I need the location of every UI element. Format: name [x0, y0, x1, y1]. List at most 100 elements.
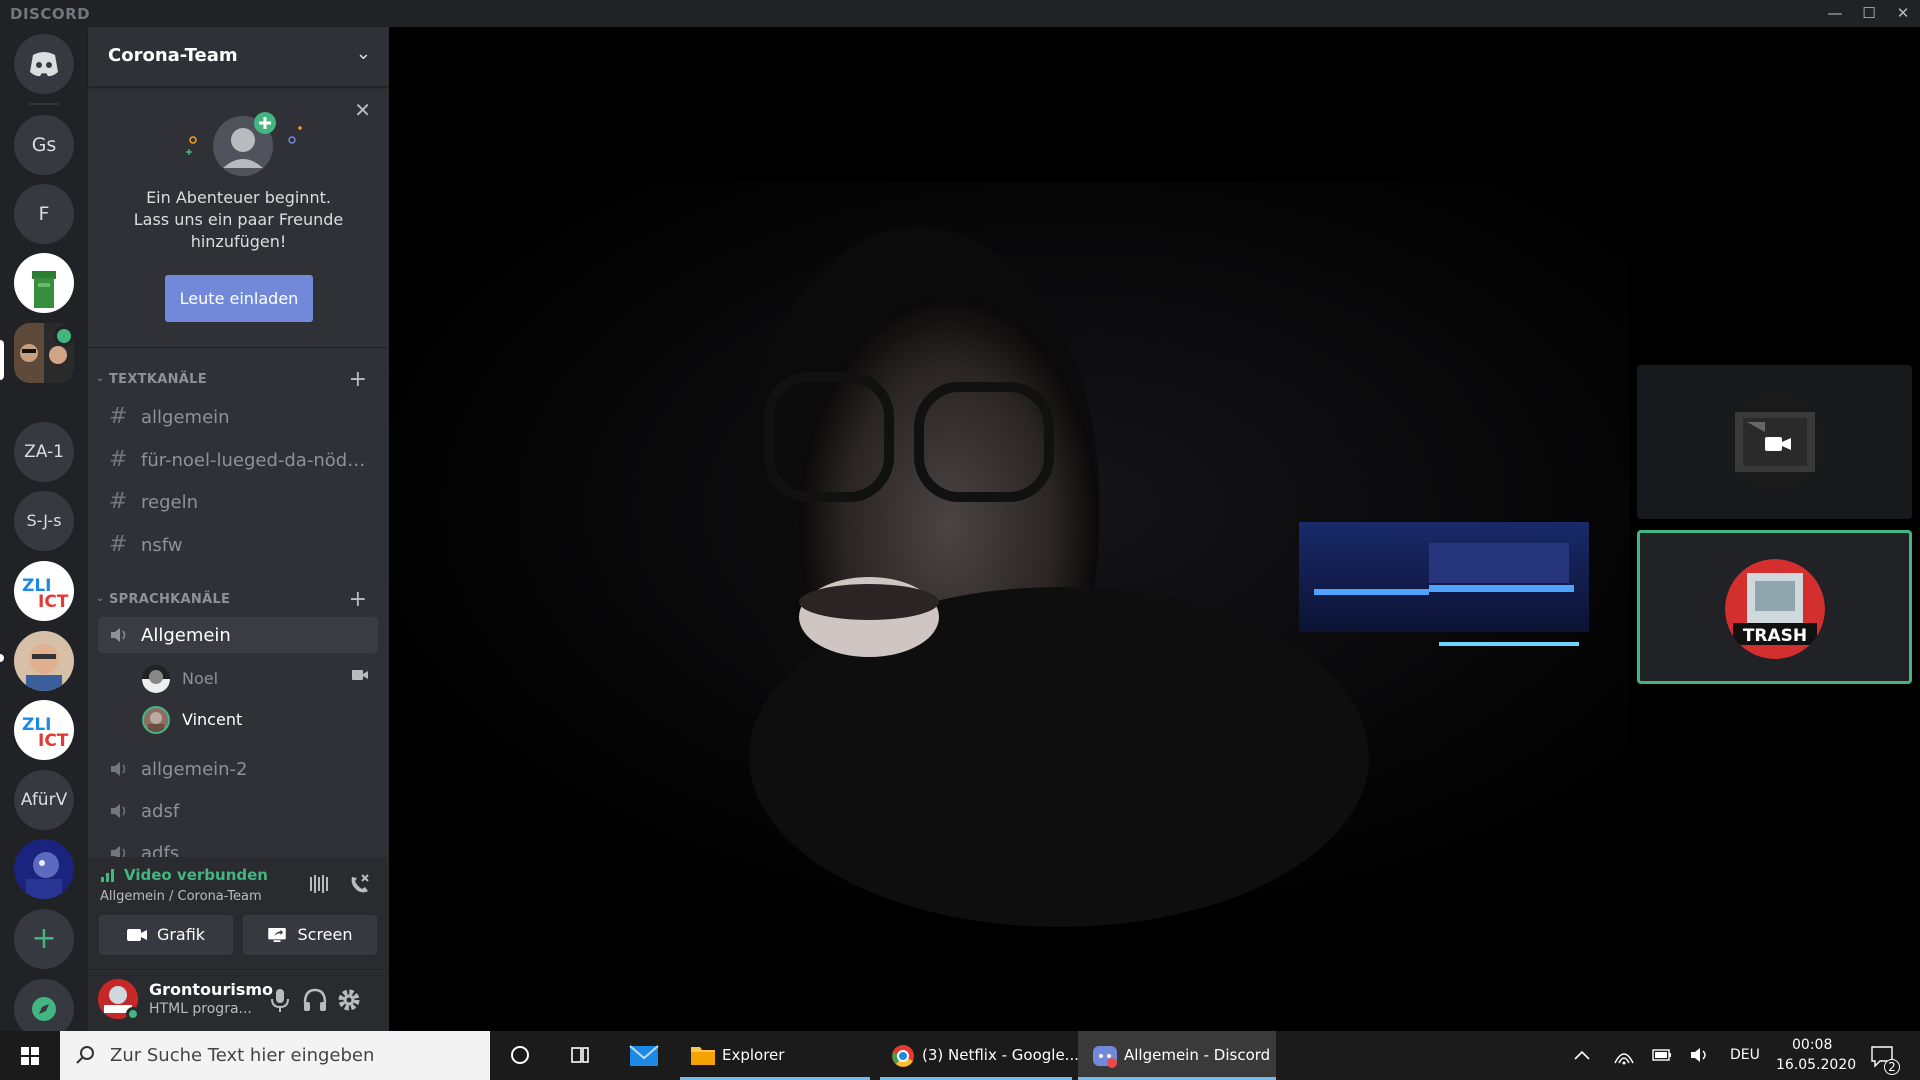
task-view-icon[interactable]	[560, 1031, 600, 1080]
add-channel-icon[interactable]: +	[349, 587, 367, 612]
chrome-icon	[892, 1045, 914, 1067]
category-label: TEXTKANÄLE	[109, 372, 207, 387]
text-channel[interactable]: # allgemein	[98, 399, 378, 435]
text-channels-category[interactable]: ⌄ TEXTKANÄLE +	[88, 367, 389, 392]
clock-date[interactable]: 16.05.2020	[1776, 1057, 1856, 1073]
video-camera-icon	[1765, 437, 1791, 451]
user-panel: Grontourismo HTML progra...	[88, 971, 389, 1031]
category-label: SPRACHKANÄLE	[109, 592, 231, 607]
hash-icon: #	[109, 447, 128, 472]
app-label: (3) Netflix - Google...	[922, 1046, 1079, 1064]
speaker-icon	[111, 762, 126, 776]
speaker-icon	[111, 804, 126, 818]
channel-name: allgemein	[141, 407, 230, 428]
taskbar-app-discord[interactable]: Allgemein - Discord	[1078, 1031, 1276, 1080]
battery-icon[interactable]	[1650, 1031, 1674, 1080]
app-label: Allgemein - Discord	[1124, 1046, 1271, 1064]
discord-home-icon[interactable]	[14, 34, 74, 94]
zli-ict-logo-icon[interactable]: ZLI ICT	[14, 561, 74, 621]
close-icon[interactable]: ✕	[354, 98, 371, 122]
speaker-icon	[111, 628, 126, 642]
minimize-icon[interactable]: —	[1818, 0, 1852, 27]
invite-card: ✕ Ein Abenteuer beginnt. Lass uns ein pa…	[88, 88, 389, 348]
voice-member[interactable]: Vincent	[142, 700, 378, 738]
server-gs[interactable]: Gs	[14, 115, 74, 175]
discord-icon	[1093, 1046, 1117, 1068]
voice-channel[interactable]: adsf	[98, 793, 378, 829]
cortana-icon[interactable]	[500, 1031, 540, 1080]
input-language[interactable]: DEU	[1730, 1047, 1760, 1063]
trash-avatar-tile[interactable]: TRASH	[1637, 530, 1912, 684]
channel-name: Allgemein	[141, 625, 231, 646]
invite-line-1: Ein Abenteuer beginnt.	[146, 188, 331, 207]
taskbar-search[interactable]: Zur Suche Text hier eingeben	[60, 1031, 490, 1080]
voice-location[interactable]: Allgemein / Corona-Team	[100, 889, 262, 904]
text-channel[interactable]: # für-noel-lueged-da-nöd-i...	[98, 442, 378, 478]
notification-count-badge: 2	[1884, 1059, 1900, 1075]
custom-status: HTML progra...	[149, 1001, 252, 1017]
invite-people-button[interactable]: Leute einladen	[165, 275, 313, 322]
screen-share-button[interactable]: Screen	[243, 915, 377, 955]
game-character-server-icon[interactable]	[14, 839, 74, 899]
taskbar-app-chrome[interactable]: (3) Netflix - Google...	[880, 1031, 1079, 1080]
voice-channels-category[interactable]: ⌄ SPRACHKANÄLE +	[88, 587, 389, 612]
camera-off-tile[interactable]	[1637, 365, 1912, 519]
voice-status[interactable]: Video verbunden	[124, 866, 268, 884]
voice-channel[interactable]: allgemein-2	[98, 751, 378, 787]
video-camera-icon	[352, 670, 368, 680]
server-f[interactable]: F	[14, 184, 74, 244]
text-channel[interactable]: # regeln	[98, 484, 378, 520]
hash-icon: #	[109, 489, 128, 514]
invite-line-3: hinzufügen!	[190, 232, 287, 251]
maximize-icon[interactable]: ☐	[1852, 0, 1886, 27]
mail-icon[interactable]	[624, 1031, 664, 1080]
windows-taskbar: Zur Suche Text hier eingeben Explorer (3…	[0, 1031, 1920, 1080]
voice-channel[interactable]: adfs	[98, 835, 378, 857]
avatar	[142, 665, 170, 693]
person-avatar-server-icon[interactable]	[14, 631, 74, 691]
channel-name: regeln	[141, 492, 198, 513]
trash-avatar-text: TRASH	[1742, 626, 1806, 646]
guild-header[interactable]: Corona-Team ⌄	[88, 27, 389, 87]
main-video-feed	[389, 27, 1920, 1031]
taskbar-app-explorer[interactable]: Explorer	[680, 1031, 870, 1080]
disconnect-call-icon[interactable]	[346, 871, 372, 897]
microphone-icon[interactable]	[265, 985, 295, 1015]
video-toggle-button[interactable]: Grafik	[99, 915, 233, 955]
explore-servers-button[interactable]	[14, 979, 74, 1039]
windows-start-icon[interactable]	[0, 1031, 60, 1080]
add-channel-icon[interactable]: +	[349, 367, 367, 392]
search-icon	[76, 1046, 94, 1064]
signal-strength-icon[interactable]	[100, 867, 116, 883]
chevron-down-icon[interactable]: ⌄	[356, 43, 371, 64]
hash-icon: #	[109, 404, 128, 429]
zli-ict-logo-icon[interactable]: ZLI ICT	[14, 700, 74, 760]
gear-icon[interactable]	[334, 985, 364, 1015]
voice-channel-active[interactable]: Allgemein	[98, 617, 378, 653]
channel-name: adfs	[141, 843, 180, 857]
headphones-icon[interactable]	[300, 985, 330, 1015]
noise-suppression-icon[interactable]	[306, 871, 332, 897]
app-label: Explorer	[722, 1046, 785, 1064]
server-s-j-s[interactable]: S-J-s	[14, 491, 74, 551]
close-window-icon[interactable]: ✕	[1886, 0, 1920, 27]
add-server-button[interactable]: +	[14, 909, 74, 969]
compass-icon	[32, 997, 56, 1021]
volume-icon[interactable]	[1688, 1031, 1712, 1080]
unread-server-pill	[0, 654, 4, 662]
username: Grontourismo	[149, 980, 273, 999]
text-channel[interactable]: # nsfw	[98, 527, 378, 563]
server-za-1[interactable]: ZA-1	[14, 422, 74, 482]
video-stage[interactable]: TRASH	[389, 27, 1920, 1031]
clock-time[interactable]: 00:08	[1792, 1037, 1832, 1053]
voice-member[interactable]: Noel	[142, 659, 378, 697]
selected-server-pill	[0, 340, 4, 380]
member-name: Noel	[182, 669, 219, 688]
green-bin-server-icon[interactable]	[14, 253, 74, 313]
voice-connection-panel: Video verbunden Allgemein / Corona-Team …	[88, 857, 389, 970]
screen-share-icon	[268, 928, 287, 942]
channel-name: nsfw	[141, 535, 183, 556]
chevron-up-icon[interactable]	[1570, 1031, 1594, 1080]
network-icon[interactable]	[1612, 1031, 1636, 1080]
server-afuerv[interactable]: AfürV	[14, 770, 74, 830]
